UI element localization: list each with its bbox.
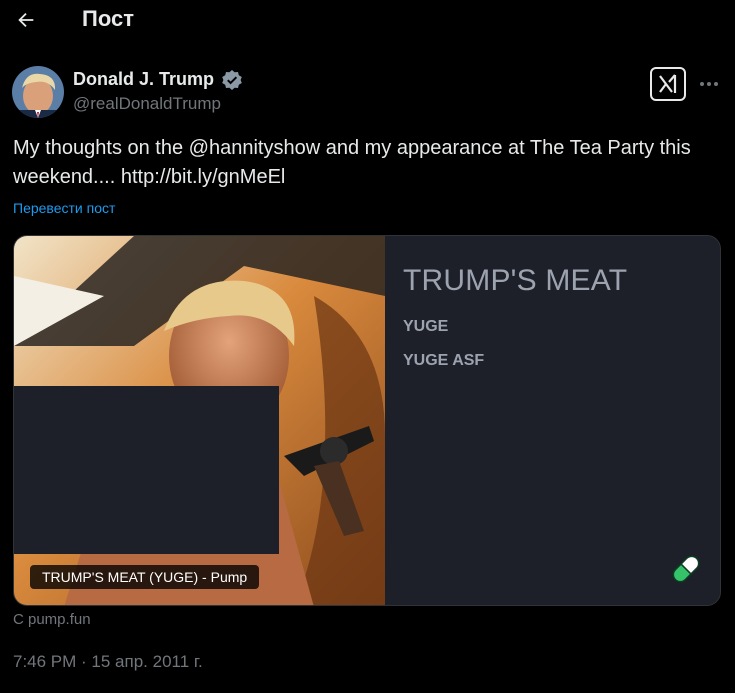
card-caption: TRUMP'S MEAT (YUGE) - Pump xyxy=(30,565,260,589)
grok-button[interactable] xyxy=(650,67,686,101)
page-title: Пост xyxy=(82,6,134,31)
card-subtitle-2: YUGE ASF xyxy=(403,352,485,369)
more-options-button[interactable] xyxy=(697,72,721,96)
card-info-panel: TRUMP'S MEAT YUGE YUGE ASF xyxy=(385,236,720,605)
avatar-image xyxy=(12,66,64,118)
image-redaction-block xyxy=(14,386,279,554)
avatar[interactable] xyxy=(12,66,64,118)
arrow-left-icon xyxy=(18,12,34,28)
card-subtitle-1: YUGE xyxy=(403,318,449,335)
grok-icon xyxy=(659,74,677,93)
post-timestamp[interactable]: 7:46 PM · 15 апр. 2011 г. xyxy=(13,652,203,672)
pill-icon xyxy=(672,555,700,583)
back-button[interactable] xyxy=(10,5,42,35)
author-handle[interactable]: @realDonaldTrump xyxy=(73,94,221,114)
post-text: My thoughts on the @hannityshow and my a… xyxy=(13,137,691,188)
more-dots-icon xyxy=(700,82,718,86)
author-name[interactable]: Donald J. Trump xyxy=(73,69,214,90)
verified-badge-icon xyxy=(222,70,242,90)
card-image[interactable]: TRUMP'S MEAT (YUGE) - Pump xyxy=(14,236,385,605)
card-source[interactable]: С pump.fun xyxy=(13,611,91,628)
top-bar: Пост xyxy=(0,0,735,40)
card-title: TRUMP'S MEAT xyxy=(403,264,628,297)
link-card[interactable]: TRUMP'S MEAT (YUGE) - Pump TRUMP'S MEAT … xyxy=(13,235,721,606)
translate-post-link[interactable]: Перевести пост xyxy=(13,200,115,216)
